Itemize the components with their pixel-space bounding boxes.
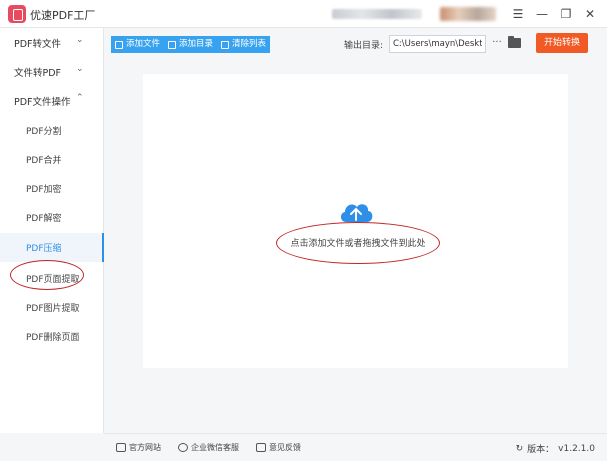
wechat-support-link[interactable]: 企业微信客服	[178, 442, 239, 453]
feedback-link[interactable]: 意见反馈	[256, 442, 301, 453]
sidebar-item-pdf-compress[interactable]: PDF压缩	[0, 233, 104, 262]
sidebar-item-pdf-split[interactable]: PDF分割	[0, 116, 104, 145]
chevron-up-icon: ⌃	[76, 93, 84, 103]
trash-icon	[221, 40, 229, 49]
sidebar-item-label: PDF加密	[26, 185, 62, 195]
sidebar: PDF转文件 ⌄ 文件转PDF ⌄ PDF文件操作 ⌃ PDF分割 PDF合并 …	[0, 28, 104, 433]
app-logo-icon	[8, 5, 26, 23]
sidebar-item-label: PDF分割	[26, 127, 62, 137]
sidebar-group-label: PDF转文件	[14, 39, 62, 50]
redacted-avatar	[440, 7, 496, 21]
add-file-icon	[115, 40, 123, 49]
feedback-label: 意见反馈	[269, 443, 301, 452]
sidebar-group-pdf-to-file[interactable]: PDF转文件 ⌄	[0, 28, 104, 56]
sidebar-item-pdf-merge[interactable]: PDF合并	[0, 145, 104, 174]
title-bar: 优速PDF工厂 ☰ — ❐ ✕	[0, 0, 607, 28]
add-folder-label: 添加目录	[179, 39, 214, 49]
clear-list-label: 清除列表	[232, 39, 267, 49]
browse-more-button[interactable]: ···	[490, 36, 504, 52]
folder-icon	[168, 40, 176, 49]
sidebar-group-label: 文件转PDF	[14, 68, 62, 79]
wechat-support-label: 企业微信客服	[191, 443, 239, 452]
sidebar-item-label: PDF删除页面	[26, 333, 80, 343]
output-dir-input[interactable]	[389, 35, 486, 53]
add-file-label: 添加文件	[126, 39, 161, 49]
output-dir-label: 输出目录:	[344, 41, 384, 51]
footer-bar: 官方网站 企业微信客服 意见反馈 ↻ 版本： v1.2.1.0	[104, 433, 607, 461]
start-convert-button[interactable]: 开始转换	[536, 33, 588, 53]
sidebar-group-file-to-pdf[interactable]: 文件转PDF ⌄	[0, 57, 104, 85]
cloud-upload-icon	[340, 204, 373, 222]
monitor-icon	[116, 443, 126, 452]
sidebar-group-pdf-operations[interactable]: PDF文件操作 ⌃	[0, 86, 104, 114]
feedback-icon	[256, 443, 266, 452]
sidebar-item-label: PDF页面提取	[26, 275, 80, 285]
app-title: 优速PDF工厂	[30, 9, 96, 22]
minimize-button[interactable]: —	[532, 4, 552, 24]
refresh-icon: ↻	[515, 443, 524, 454]
version-info: ↻ 版本： v1.2.1.0	[515, 442, 595, 456]
clear-list-button[interactable]: 清除列表	[217, 36, 271, 53]
version-number: v1.2.1.0	[558, 443, 595, 454]
sidebar-group-label: PDF文件操作	[14, 97, 71, 108]
version-label: 版本：	[527, 445, 555, 455]
sidebar-item-pdf-image-extract[interactable]: PDF图片提取	[0, 293, 104, 322]
official-website-label: 官方网站	[129, 443, 161, 452]
drop-hint-text: 点击添加文件或者拖拽文件到此处	[290, 239, 426, 249]
chevron-down-icon: ⌄	[76, 64, 84, 74]
close-button[interactable]: ✕	[580, 4, 600, 24]
file-drop-area[interactable]: 点击添加文件或者拖拽文件到此处	[143, 74, 568, 368]
sidebar-item-label: PDF合并	[26, 156, 62, 166]
open-folder-icon[interactable]	[508, 36, 521, 48]
sidebar-item-pdf-page-extract[interactable]: PDF页面提取	[0, 264, 104, 293]
redacted-account-info	[332, 9, 422, 19]
chat-icon	[178, 443, 188, 452]
sidebar-item-label: PDF压缩	[26, 244, 62, 254]
add-folder-button[interactable]: 添加目录	[164, 36, 218, 53]
restore-button[interactable]: ❐	[556, 4, 576, 24]
add-file-button[interactable]: 添加文件	[111, 36, 165, 53]
sidebar-item-pdf-delete-pages[interactable]: PDF删除页面	[0, 322, 104, 351]
chevron-down-icon: ⌄	[76, 35, 84, 45]
menu-icon[interactable]: ☰	[508, 4, 528, 24]
sidebar-item-label: PDF解密	[26, 214, 62, 224]
official-website-link[interactable]: 官方网站	[116, 442, 161, 453]
sidebar-item-pdf-encrypt[interactable]: PDF加密	[0, 174, 104, 203]
sidebar-item-pdf-decrypt[interactable]: PDF解密	[0, 203, 104, 232]
sidebar-item-label: PDF图片提取	[26, 304, 80, 314]
